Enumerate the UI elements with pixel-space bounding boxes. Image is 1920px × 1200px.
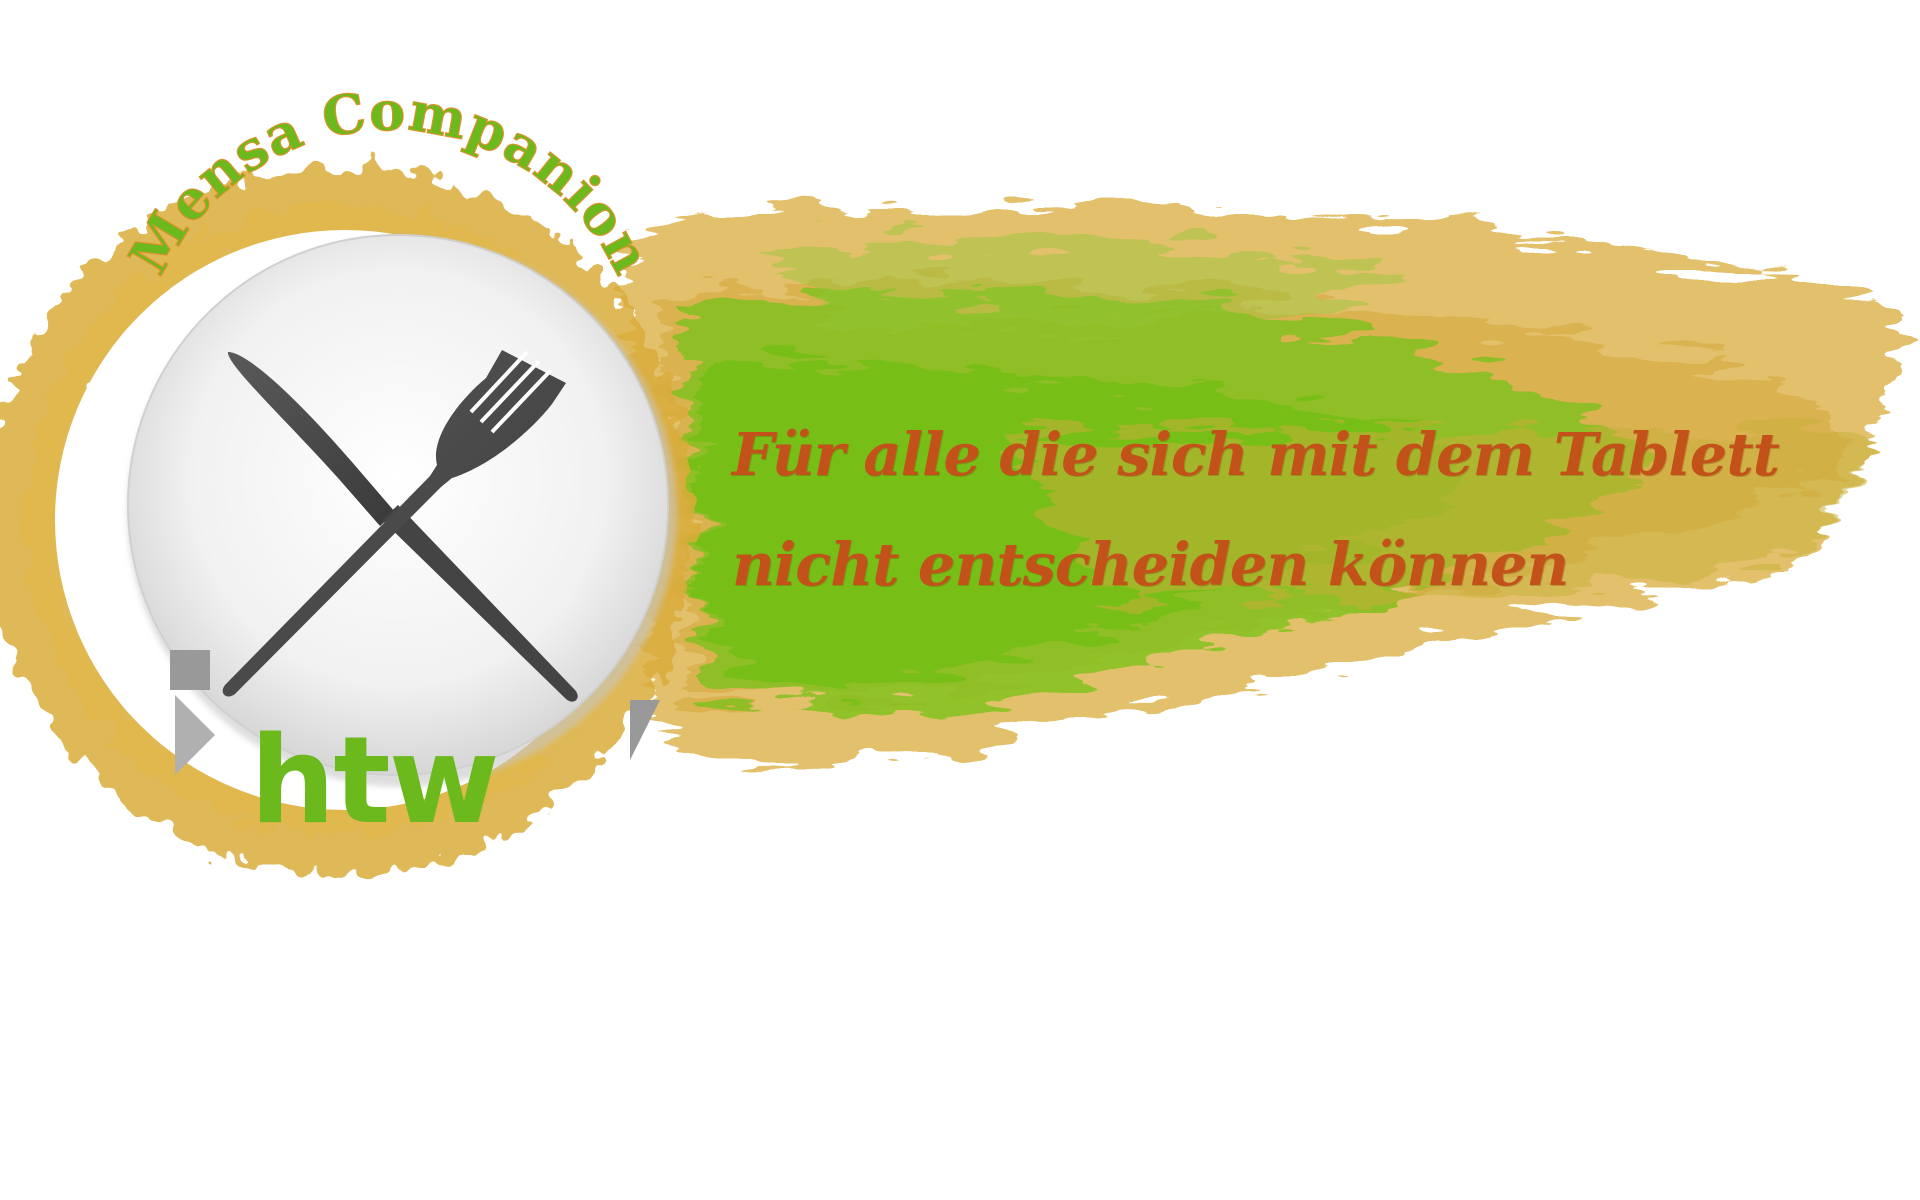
htw-logo-text: htw [250,712,498,851]
tagline-line-2: nicht entscheiden können [732,530,1569,599]
tagline-line-1: Für alle die sich mit dem Tablett [732,420,1780,489]
tagline: Für alle die sich mit dem Tablett nicht … [732,400,1882,620]
